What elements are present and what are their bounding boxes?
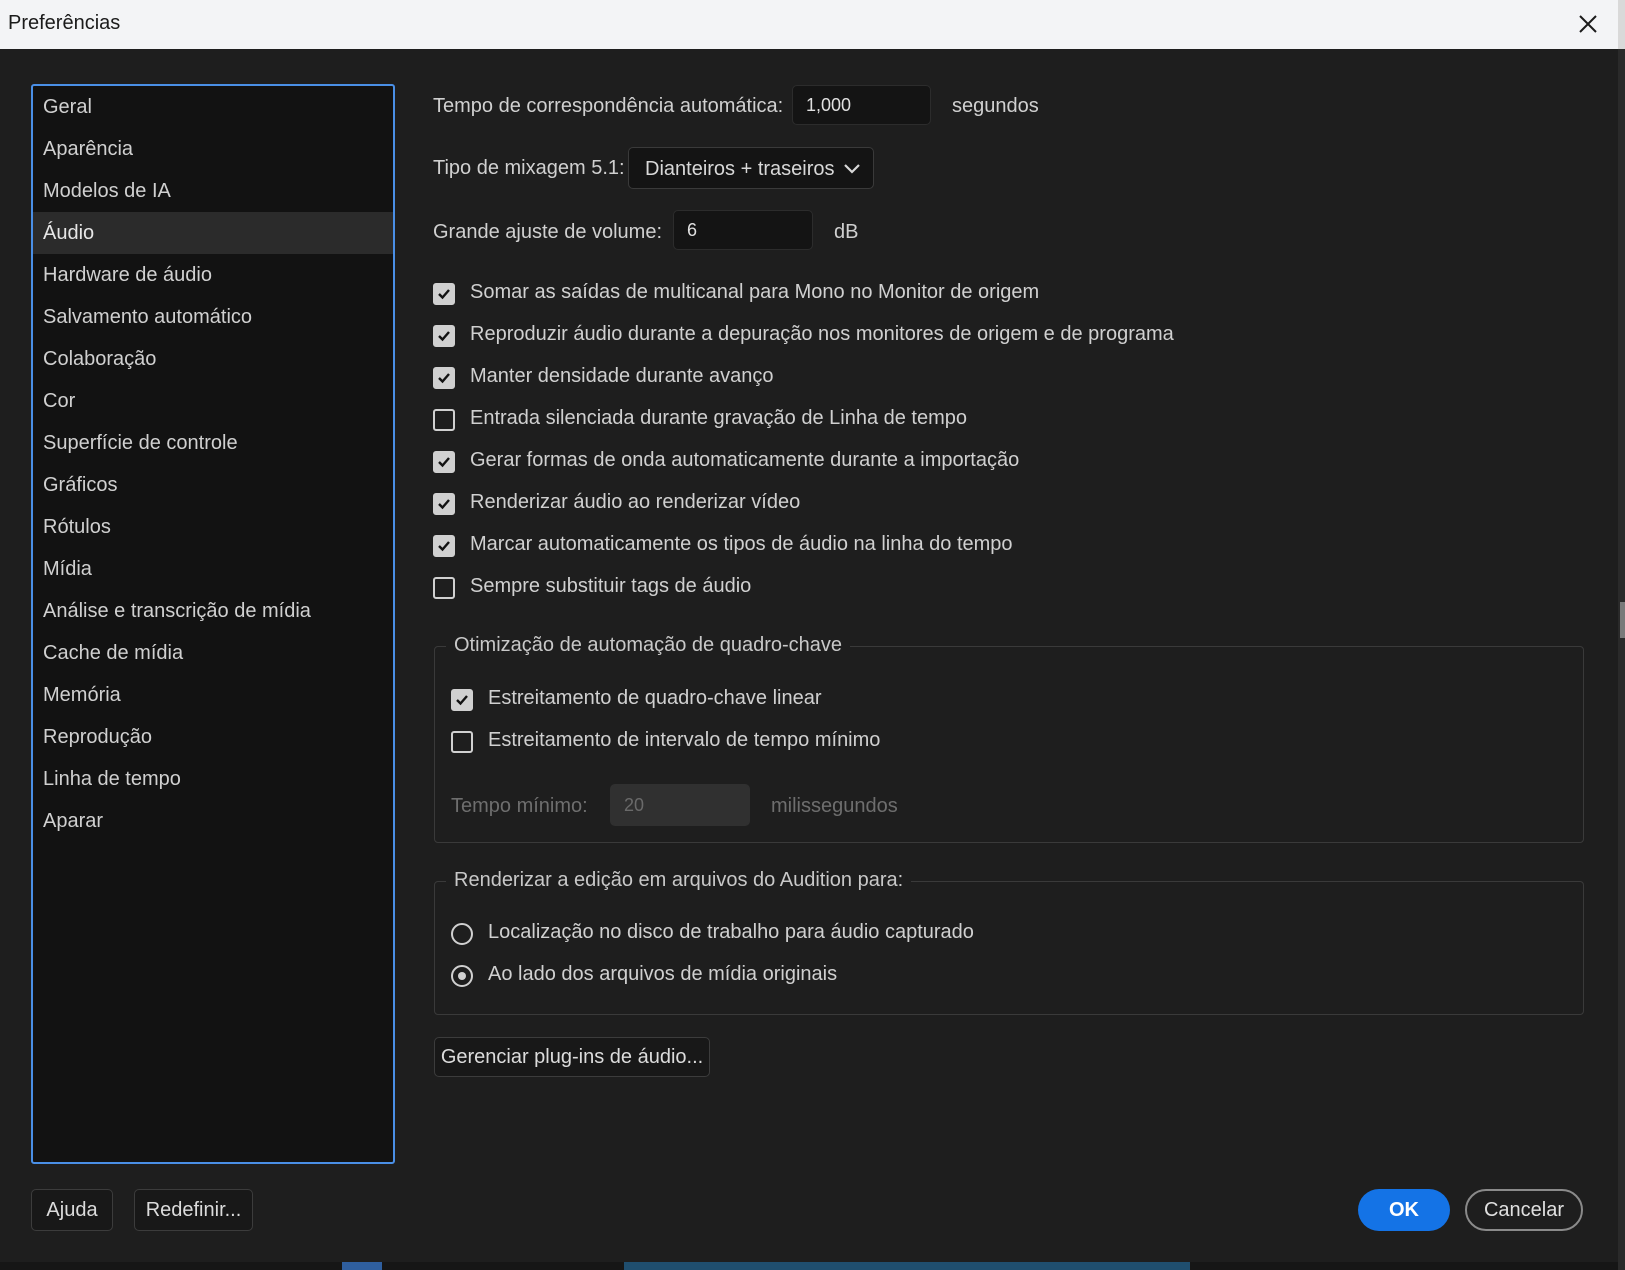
checkbox-label: Gerar formas de onda automaticamente dur… xyxy=(470,449,1020,471)
sidebar-item[interactable]: Aparar xyxy=(33,800,393,842)
sidebar-item[interactable]: Cache de mídia xyxy=(33,632,393,674)
min-time-unit: milissegundos xyxy=(771,795,898,817)
checkbox-label: Estreitamento de intervalo de tempo míni… xyxy=(488,729,881,751)
auto-match-input[interactable] xyxy=(792,85,931,125)
mix-type-value: Dianteiros + traseiros xyxy=(645,158,835,180)
volume-input[interactable] xyxy=(673,210,813,250)
sidebar-item[interactable]: Hardware de áudio xyxy=(33,254,393,296)
keyframe-group-title: Otimização de automação de quadro-chave xyxy=(446,634,851,657)
checkbox-checked[interactable] xyxy=(451,689,473,711)
checkbox-checked[interactable] xyxy=(433,367,455,389)
radio-unselected[interactable] xyxy=(451,923,473,945)
title-bar: Preferências xyxy=(0,0,1618,49)
sidebar-item[interactable]: Memória xyxy=(33,674,393,716)
radio-label: Ao lado dos arquivos de mídia originais xyxy=(488,963,838,985)
checkbox-unchecked[interactable] xyxy=(433,409,455,431)
checkbox-label: Reproduzir áudio durante a depuração nos… xyxy=(470,323,1174,345)
checkbox-checked[interactable] xyxy=(433,451,455,473)
sidebar-item[interactable]: Mídia xyxy=(33,548,393,590)
sidebar-item[interactable]: Linha de tempo xyxy=(33,758,393,800)
sidebar-item[interactable]: Reprodução xyxy=(33,716,393,758)
checkbox-checked[interactable] xyxy=(433,493,455,515)
render-group-title: Renderizar a edição em arquivos do Audit… xyxy=(446,869,912,892)
cancel-button[interactable]: Cancelar xyxy=(1465,1189,1583,1231)
checkbox-unchecked[interactable] xyxy=(433,577,455,599)
chevron-down-icon xyxy=(844,164,860,174)
sidebar-item[interactable]: Áudio xyxy=(33,212,393,254)
checkbox-label: Marcar automaticamente os tipos de áudio… xyxy=(470,533,1013,555)
auto-match-label: Tempo de correspondência automática: xyxy=(433,95,784,117)
sidebar-item[interactable]: Análise e transcrição de mídia xyxy=(33,590,393,632)
checkbox-label: Renderizar áudio ao renderizar vídeo xyxy=(470,491,801,513)
sidebar-item[interactable]: Superfície de controle xyxy=(33,422,393,464)
mix-type-dropdown[interactable]: Dianteiros + traseiros xyxy=(628,147,874,189)
checkbox-checked[interactable] xyxy=(433,325,455,347)
help-button[interactable]: Ajuda xyxy=(31,1189,113,1231)
checkbox-label: Somar as saídas de multicanal para Mono … xyxy=(470,281,1040,303)
sidebar-item[interactable]: Salvamento automático xyxy=(33,296,393,338)
preferences-category-list[interactable]: Geral Aparência Modelos de IA Áudio Hardware… xyxy=(31,84,395,1164)
checkbox-label: Manter densidade durante avanço xyxy=(470,365,774,387)
radio-selected[interactable] xyxy=(451,965,473,987)
sidebar-item[interactable]: Rótulos xyxy=(33,506,393,548)
volume-label: Grande ajuste de volume: xyxy=(433,221,663,243)
background-taskbar-edge xyxy=(0,1262,1618,1270)
checkbox-label: Estreitamento de quadro-chave linear xyxy=(488,687,822,709)
sidebar-item[interactable]: Geral xyxy=(33,86,393,128)
checkbox-label: Sempre substituir tags de áudio xyxy=(470,575,752,597)
sidebar-item[interactable]: Gráficos xyxy=(33,464,393,506)
manage-audio-plugins-button[interactable]: Gerenciar plug-ins de áudio... xyxy=(434,1037,710,1077)
sidebar-item[interactable]: Aparência xyxy=(33,128,393,170)
close-icon xyxy=(1579,15,1597,33)
min-time-label: Tempo mínimo: xyxy=(451,795,588,817)
render-audition-group xyxy=(434,881,1584,1015)
window-title: Preferências xyxy=(8,12,121,34)
checkbox-checked[interactable] xyxy=(433,283,455,305)
min-time-input[interactable] xyxy=(610,784,750,826)
mix-type-label: Tipo de mixagem 5.1: xyxy=(433,157,625,179)
ok-button[interactable]: OK xyxy=(1358,1189,1450,1231)
checkbox-unchecked[interactable] xyxy=(451,731,473,753)
checkbox-label: Entrada silenciada durante gravação de L… xyxy=(470,407,968,429)
reset-button[interactable]: Redefinir... xyxy=(134,1189,253,1231)
background-window-edge xyxy=(1618,0,1625,1270)
sidebar-item[interactable]: Cor xyxy=(33,380,393,422)
auto-match-unit: segundos xyxy=(952,95,1039,117)
radio-label: Localização no disco de trabalho para áu… xyxy=(488,921,974,943)
volume-unit: dB xyxy=(834,221,859,243)
radio-dot xyxy=(458,972,466,980)
sidebar-item[interactable]: Colaboração xyxy=(33,338,393,380)
close-button[interactable] xyxy=(1568,4,1608,44)
checkbox-checked[interactable] xyxy=(433,535,455,557)
sidebar-item[interactable]: Modelos de IA xyxy=(33,170,393,212)
